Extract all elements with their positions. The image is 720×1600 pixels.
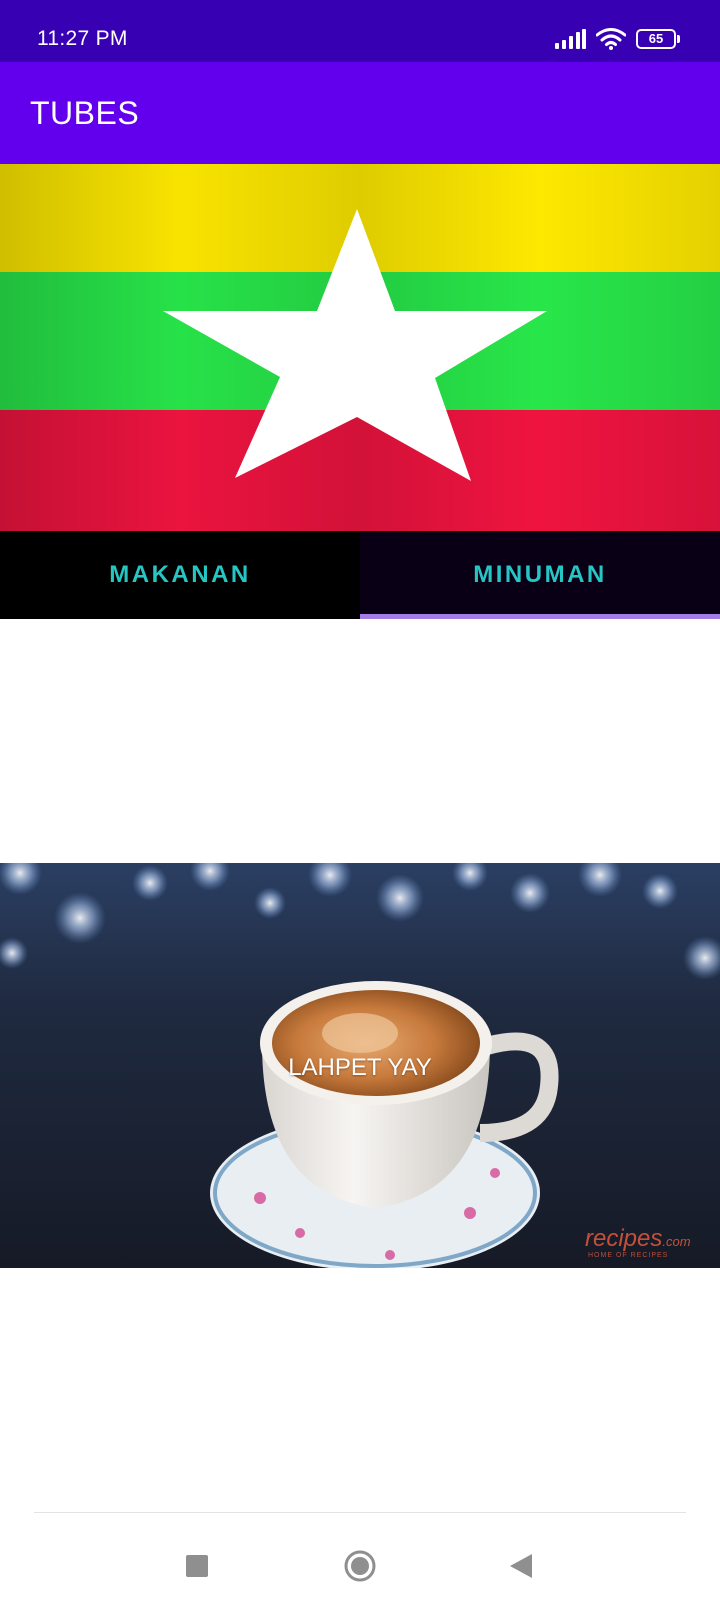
app-title: TUBES	[30, 95, 140, 131]
back-button[interactable]	[508, 1552, 534, 1580]
tab-minuman-label: MINUMAN	[473, 561, 607, 588]
screen: 11:27 PM 65 TUBES MAKANAN MINUMAN LAHPET…	[0, 0, 720, 1600]
signal-icon	[554, 29, 586, 49]
drink-name-label: LAHPET YAY	[288, 1054, 432, 1081]
status-bar: 11:27 PM 65	[0, 0, 720, 62]
status-icons: 65	[554, 26, 680, 52]
watermark-text: recipes	[585, 1225, 663, 1252]
status-time: 11:27 PM	[37, 27, 128, 50]
recents-button[interactable]	[186, 1555, 208, 1577]
navigation-bar	[0, 1513, 720, 1600]
watermark-logo: recipes.com	[585, 1226, 691, 1255]
battery-tip	[677, 35, 680, 43]
tab-selected-indicator	[360, 614, 720, 619]
watermark-suffix: .com	[662, 1234, 691, 1249]
watermark-subtext: HOME OF RECIPES	[588, 1252, 669, 1259]
home-button[interactable]	[344, 1550, 376, 1582]
tab-makanan-label: MAKANAN	[109, 561, 251, 588]
flag-header-image	[0, 164, 720, 531]
battery-icon: 65	[636, 29, 680, 49]
wifi-icon	[596, 28, 626, 50]
tab-bar: MAKANAN MINUMAN	[0, 531, 720, 619]
battery-level: 65	[636, 29, 676, 49]
tab-minuman[interactable]: MINUMAN	[360, 531, 720, 619]
app-bar: TUBES	[0, 62, 720, 164]
tab-makanan[interactable]: MAKANAN	[0, 531, 360, 619]
